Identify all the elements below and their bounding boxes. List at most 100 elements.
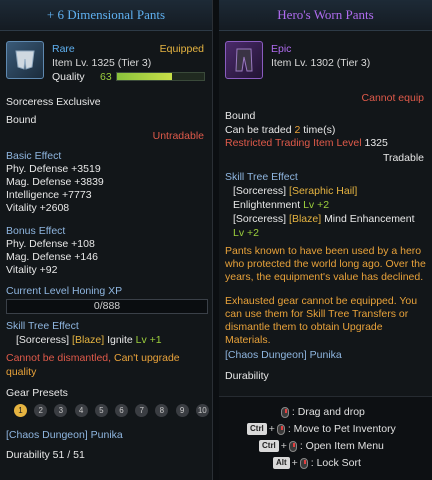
basic-effect-title: Basic Effect [6, 150, 62, 162]
skill-tree-title: Skill Tree Effect [6, 320, 79, 332]
durability-label: Durability 51 / 51 [6, 449, 85, 461]
ctrl-key: Ctrl [247, 423, 267, 436]
skill-tree-line: [Sorceress] [Blaze] Mind Enhancement [233, 213, 415, 225]
lore-line: Pants known to have been used by a hero [225, 245, 422, 257]
cannot-equip-label: Cannot equip [361, 92, 424, 104]
hint-lock: Alt + : Lock Sort [273, 457, 361, 470]
mouse-icon [276, 423, 285, 435]
gear-preset-4[interactable]: 4 [74, 404, 88, 417]
bonus-effect-line: Phy. Defense +108 [6, 238, 95, 250]
source-label[interactable]: [Chaos Dungeon] Punika [225, 349, 342, 361]
skill-text: Mind Enhancement [324, 213, 415, 225]
gear-preset-2[interactable]: 2 [34, 404, 48, 417]
tradable-label: Tradable [382, 152, 424, 164]
mouse-icon [299, 457, 308, 469]
restricted-value: 1325 [364, 137, 388, 149]
item-title: Hero's Worn Pants [219, 0, 432, 31]
skill-tag: [Blaze] [72, 334, 105, 346]
skill-level: Lv +2 [303, 199, 330, 211]
ctrl-key: Ctrl [259, 440, 279, 453]
cannot-upgrade-cont: quality [6, 366, 37, 378]
hint-text: : Move to Pet Inventory [287, 423, 396, 435]
key-hints: : Drag and drop Ctrl + : Move to Pet Inve… [219, 396, 432, 480]
quality-bar-fill [117, 73, 172, 80]
class-exclusive: Sorceress Exclusive [6, 96, 101, 108]
trade-count-line: Can be traded 2 time(s) [225, 124, 335, 136]
quality-label: Quality [52, 71, 85, 83]
bound-label: Bound [225, 110, 256, 122]
hint-drag: : Drag and drop [281, 406, 365, 418]
exhausted-line: dismantle them to obtain Upgrade [225, 321, 383, 333]
gear-presets-title: Gear Presets [6, 387, 68, 399]
gear-preset-7[interactable]: 7 [135, 404, 149, 417]
item-header: Epic Item Lv. 1302 (Tier 3) [219, 31, 432, 89]
bonus-effect-title: Bonus Effect [6, 225, 66, 237]
skill-tree-line: Enlightenment Lv +2 [233, 199, 329, 211]
trade-prefix: Can be traded [225, 124, 292, 136]
right-tooltip: Hero's Worn Pants Epic Item Lv. 1302 (Ti… [219, 0, 432, 480]
honing-title: Current Level Honing XP [6, 285, 123, 297]
basic-effect-line: Phy. Defense +3519 [6, 163, 101, 175]
bonus-effect-line: Vitality +92 [6, 264, 58, 276]
gear-preset-10[interactable]: 10 [195, 404, 209, 417]
restricted-label: Restricted Trading Item Level [225, 137, 362, 149]
durability-label: Durability [225, 370, 269, 382]
warning-line: Cannot be dismantled, Can't upgrade [6, 352, 180, 364]
cannot-upgrade: Can't upgrade [114, 352, 180, 364]
trade-suffix: time(s) [303, 124, 336, 136]
hint-text: : Open Item Menu [299, 440, 384, 452]
lore-line: who protected the world long ago. Over t… [225, 258, 426, 270]
hint-text: : Lock Sort [310, 457, 361, 469]
gear-preset-3[interactable]: 3 [54, 404, 68, 417]
hint-menu: Ctrl + : Open Item Menu [259, 440, 384, 453]
basic-effect-line: Intelligence +7773 [6, 189, 92, 201]
skill-tree-line: [Sorceress] [Seraphic Hail] [233, 185, 357, 197]
skill-tree-title: Skill Tree Effect [225, 171, 298, 183]
left-tooltip: + 6 Dimensional Pants Rare Equipped Item… [0, 0, 213, 480]
untradable-label: Untradable [152, 130, 204, 142]
honing-bar: 0/888 [6, 299, 208, 314]
skill-level: Lv +1 [135, 334, 162, 346]
gear-preset-9[interactable]: 9 [175, 404, 189, 417]
item-title: + 6 Dimensional Pants [0, 0, 212, 31]
exhausted-line: Exhausted gear cannot be equipped. You [225, 295, 418, 307]
gear-preset-6[interactable]: 6 [115, 404, 128, 417]
gear-preset-8[interactable]: 8 [155, 404, 169, 417]
skill-class: [Sorceress] [233, 213, 287, 225]
skill-tree-line: [Sorceress] [Blaze] Ignite Lv +1 [16, 334, 162, 346]
mouse-icon [281, 406, 289, 418]
source-label[interactable]: [Chaos Dungeon] Punika [6, 429, 123, 441]
exhausted-line: can use them for Skill Tree Transfers or [225, 308, 409, 320]
hint-pet: Ctrl + : Move to Pet Inventory [247, 423, 396, 436]
lore-line: years, the equipment's value has decline… [225, 271, 424, 283]
gear-preset-5[interactable]: 5 [94, 404, 108, 417]
alt-key: Alt [273, 457, 290, 470]
quality-value: 63 [100, 71, 112, 83]
hint-text: : Drag and drop [291, 406, 365, 418]
equipped-label: Equipped [159, 43, 204, 55]
skill-tag: [Blaze] [289, 213, 322, 225]
gear-preset-1[interactable]: 1 [14, 404, 27, 417]
pants-icon[interactable] [225, 41, 263, 79]
restricted-line: Restricted Trading Item Level 1325 [225, 137, 388, 149]
bonus-effect-line: Mag. Defense +146 [6, 251, 98, 263]
quality-bar [116, 72, 205, 81]
skill-level: Lv +2 [233, 227, 259, 239]
skill-name: Ignite [107, 334, 133, 346]
exhausted-line: Materials. [225, 334, 271, 346]
item-level: Item Lv. 1325 (Tier 3) [52, 57, 152, 69]
item-level: Item Lv. 1302 (Tier 3) [271, 57, 371, 69]
skill-class: [Sorceress] [233, 185, 287, 197]
skill-class: [Sorceress] [16, 334, 70, 346]
rarity-label: Rare [52, 43, 75, 55]
basic-effect-line: Mag. Defense +3839 [6, 176, 104, 188]
rarity-label: Epic [271, 43, 292, 55]
pants-icon[interactable] [6, 41, 44, 79]
cannot-dismantle: Cannot be dismantled, [6, 352, 112, 364]
mouse-icon [288, 440, 297, 452]
skill-text: Enlightenment [233, 199, 301, 211]
bound-label: Bound [6, 114, 37, 126]
skill-name: [Seraphic Hail] [289, 185, 358, 197]
trade-count: 2 [294, 124, 301, 136]
basic-effect-line: Vitality +2608 [6, 202, 70, 214]
